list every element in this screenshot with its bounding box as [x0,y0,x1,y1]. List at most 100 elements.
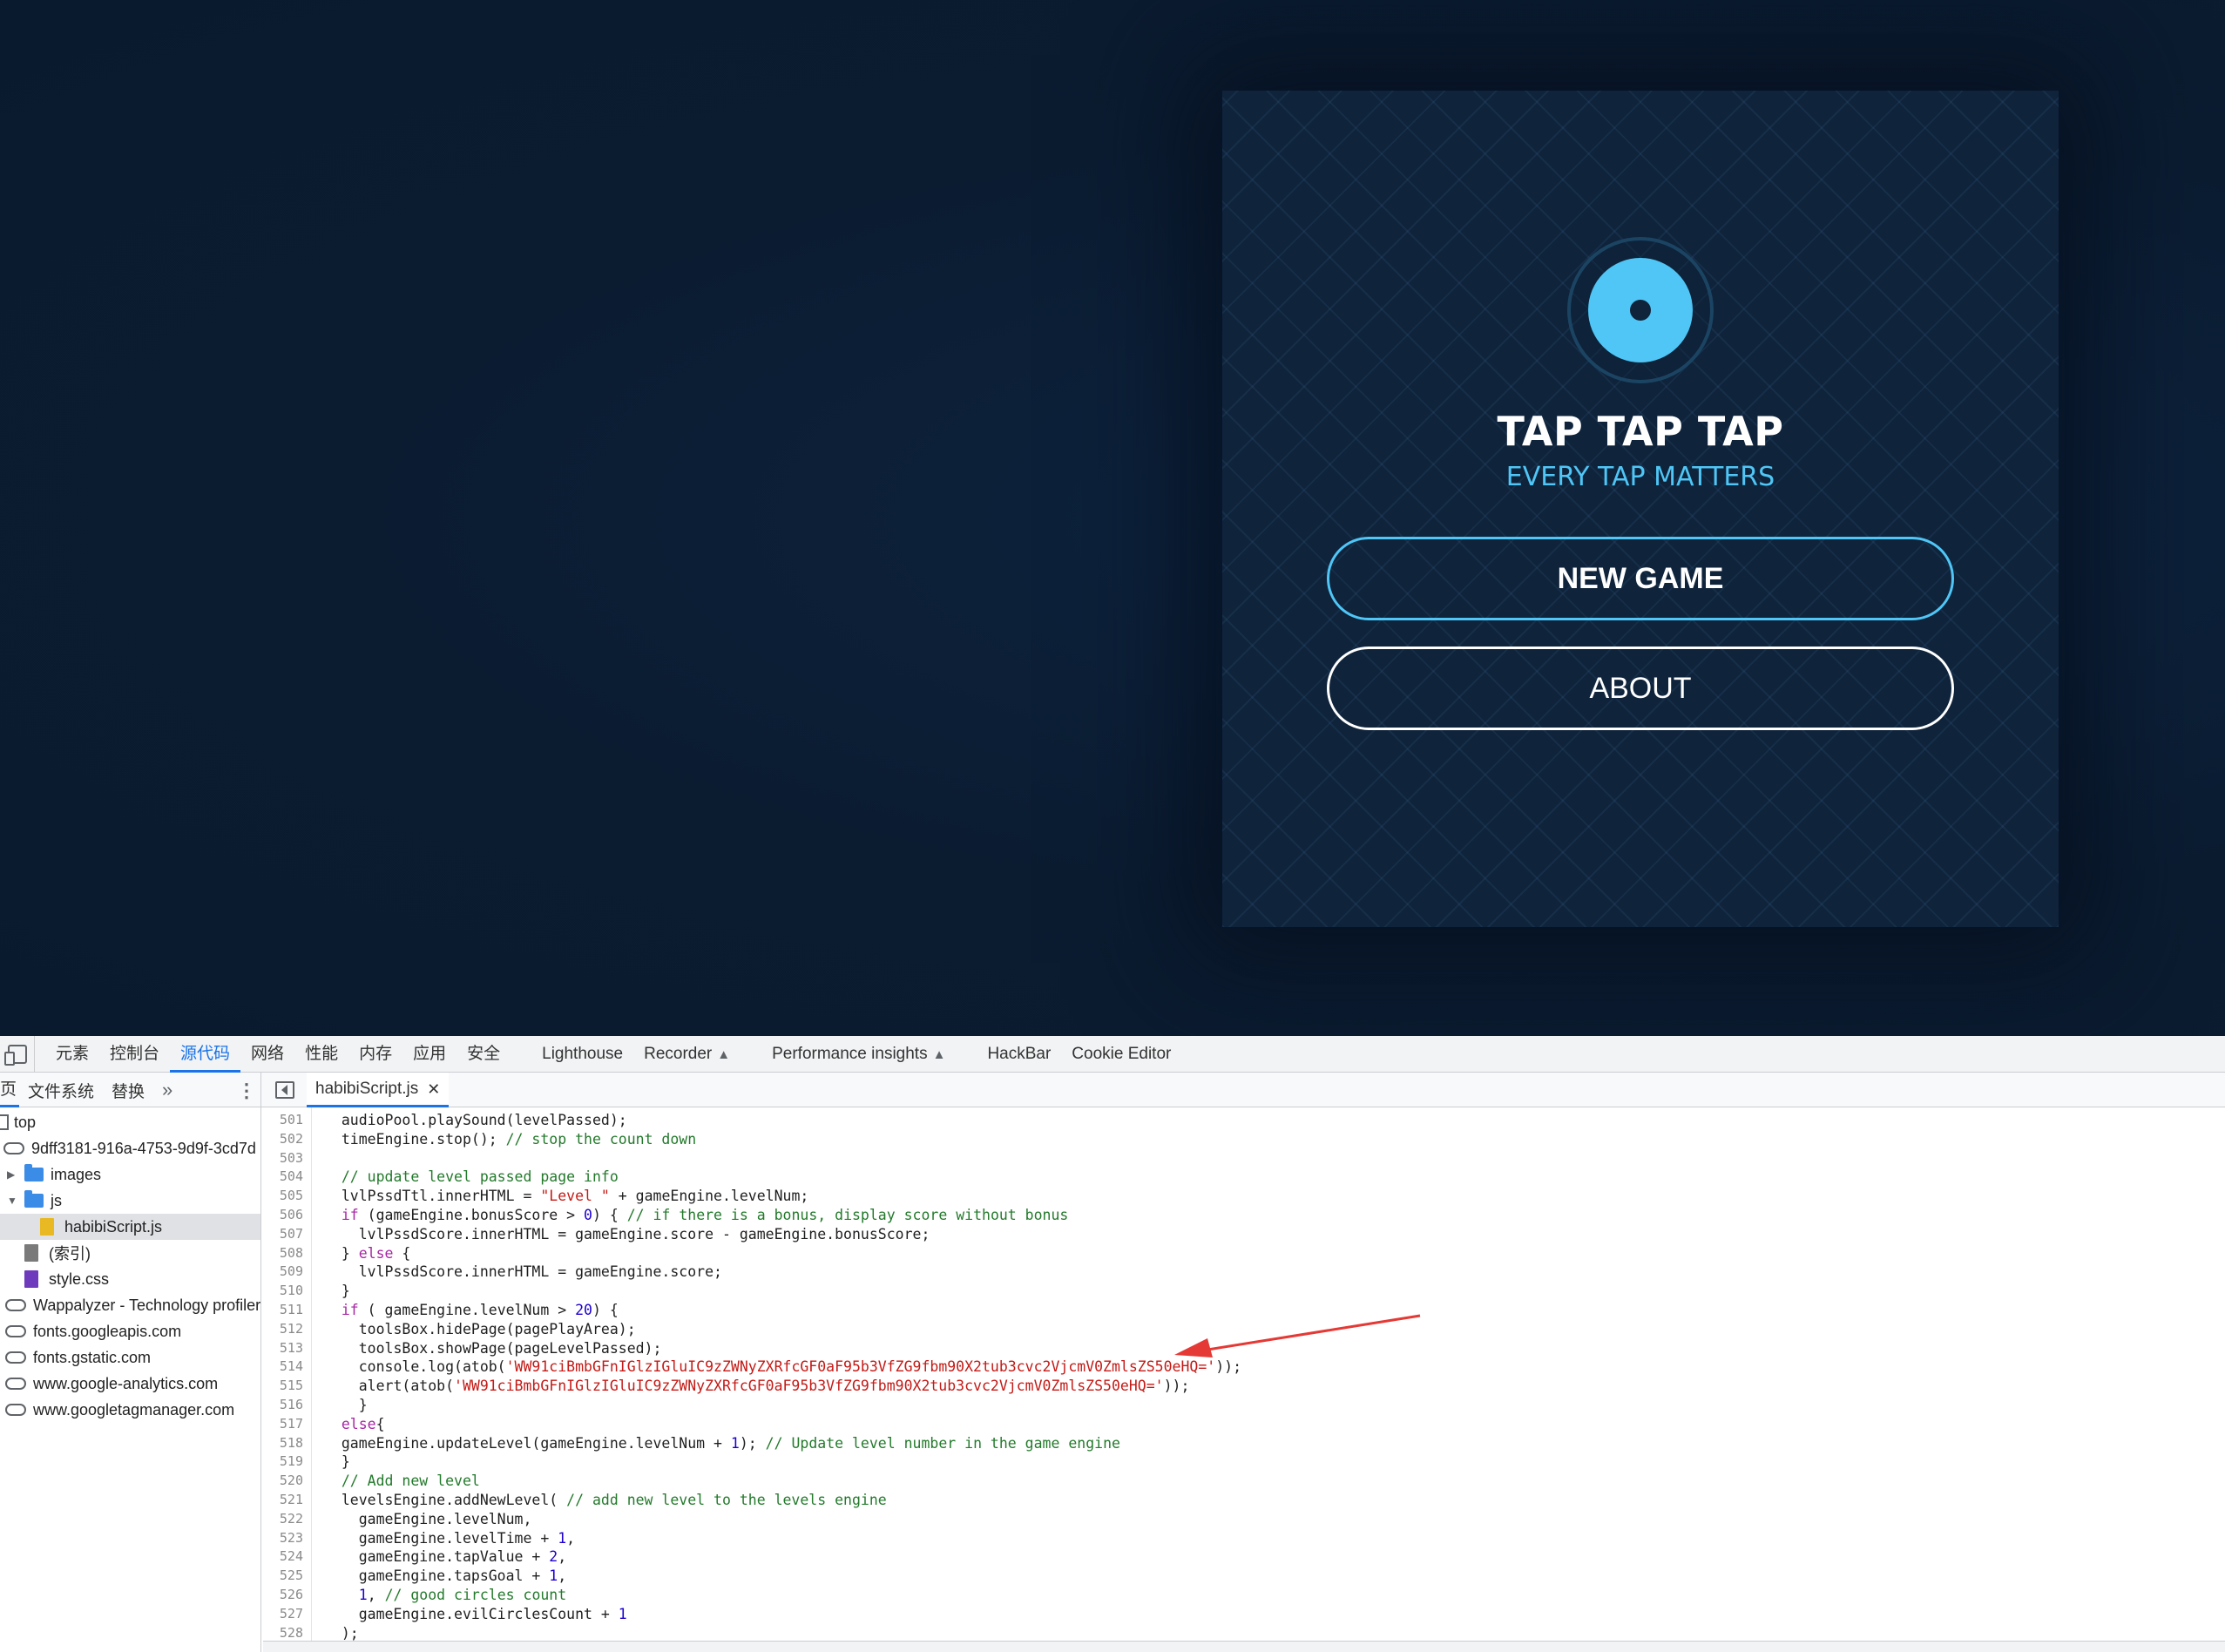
tree-top-label: top [14,1113,37,1131]
nav-tab-overrides[interactable]: 替换 [103,1079,153,1102]
document-file-icon [24,1244,38,1262]
cloud-icon [5,1378,26,1390]
code-line: levelsEngine.addNewLevel( // add new lev… [341,1492,887,1508]
game-menu-card: TAP TAP TAP EVERY TAP MATTERS NEW GAME A… [1222,91,2059,927]
line-number: 526 [279,1587,303,1602]
tree-frame[interactable]: 9dff3181-916a-4753-9d9f-3cd7d [0,1135,260,1161]
tree-domain[interactable]: fonts.googleapis.com [0,1318,260,1344]
line-number: 520 [279,1473,303,1489]
more-tabs-chevron-icon[interactable]: » [153,1079,181,1101]
tree-frame-label: 9dff3181-916a-4753-9d9f-3cd7d [31,1139,256,1157]
code-line: toolsBox.hidePage(pagePlayArea); [341,1320,636,1337]
tab-console[interactable]: 控制台 [99,1036,170,1073]
code-line: else{ [341,1415,385,1432]
navigator-tabs: 页 文件系统 替换 » [0,1073,261,1107]
tree-domain[interactable]: Wappalyzer - Technology profiler [0,1292,260,1318]
line-number: 525 [279,1567,303,1584]
tab-elements[interactable]: 元素 [45,1036,99,1073]
nav-tab-page[interactable]: 页 [0,1073,19,1107]
cloud-icon [5,1404,26,1416]
game-subtitle: EVERY TAP MATTERS [1505,462,1775,492]
close-icon[interactable]: ✕ [427,1073,440,1106]
line-number: 509 [279,1263,303,1280]
code-line-flag-alert: alert(atob('WW91ciBmbGFnIGlzIGluIC9zZWNy… [341,1378,1190,1395]
toggle-navigator-icon[interactable] [275,1081,294,1099]
css-file-icon [24,1270,38,1288]
code-line: // update level passed page info [341,1168,619,1186]
code-line: gameEngine.levelTime + 1, [341,1529,576,1547]
device-mode-icon [3,1044,27,1066]
tab-security[interactable]: 安全 [456,1036,511,1073]
tab-memory[interactable]: 内存 [348,1036,402,1073]
folder-icon [24,1164,44,1181]
line-number: 515 [279,1378,303,1394]
tree-top[interactable]: top [0,1109,260,1135]
horizontal-scrollbar[interactable] [263,1641,2225,1652]
tab-network[interactable]: 网络 [240,1036,294,1073]
line-number: 518 [279,1434,303,1451]
tree-style-label: style.css [49,1269,110,1288]
tab-performance-insights-label: Performance insights [772,1044,928,1063]
tree-file-style[interactable]: style.css [0,1266,260,1292]
code-line: } [341,1283,350,1300]
line-number: 528 [279,1624,303,1641]
tree-file-index[interactable]: (索引) [0,1240,260,1266]
tree-domain-label: fonts.googleapis.com [33,1322,182,1340]
line-number: 503 [279,1149,303,1166]
tab-recorder-label: Recorder [644,1044,713,1063]
nav-tab-filesystem[interactable]: 文件系统 [19,1079,103,1102]
tree-domain[interactable]: www.google-analytics.com [0,1371,260,1397]
tab-lighthouse[interactable]: Lighthouse [531,1036,633,1073]
new-game-button[interactable]: NEW GAME [1327,537,1954,620]
tree-domain-label: www.googletagmanager.com [33,1400,235,1418]
tree-domain[interactable]: www.googletagmanager.com [0,1397,260,1423]
cloud-icon [5,1325,26,1337]
flask-icon: ▲ [717,1046,731,1062]
code-line: gameEngine.levelNum, [341,1510,532,1527]
tree-js-label: js [51,1191,62,1209]
code-line: lvlPssdScore.innerHTML = gameEngine.scor… [341,1225,930,1242]
tab-cookie-editor[interactable]: Cookie Editor [1061,1036,1181,1073]
tab-sources[interactable]: 源代码 [170,1036,241,1073]
tree-domain[interactable]: fonts.gstatic.com [0,1344,260,1371]
folder-icon [24,1190,44,1208]
tab-recorder[interactable]: Recorder ▲ [633,1036,741,1073]
tab-hackbar[interactable]: HackBar [977,1036,1061,1073]
about-button[interactable]: ABOUT [1327,647,1954,730]
code-line: lvlPssdScore.innerHTML = gameEngine.scor… [341,1263,722,1281]
game-viewport: TAP TAP TAP EVERY TAP MATTERS NEW GAME A… [0,0,2225,1036]
line-number: 527 [279,1605,303,1622]
line-number: 505 [279,1188,303,1204]
device-toolbar-toggle[interactable] [0,1035,35,1073]
line-number: 506 [279,1207,303,1222]
tree-index-label: (索引) [49,1245,91,1263]
tab-application[interactable]: 应用 [402,1036,456,1073]
arrow-shaft [1201,1314,1421,1352]
line-number: 514 [279,1358,303,1375]
devtools-panel: 元素 控制台 源代码 网络 性能 内存 应用 安全 Lighthouse Rec… [0,1035,2225,1652]
tree-folder-images[interactable]: ▶ images [0,1161,260,1188]
tab-performance-insights[interactable]: Performance insights ▲ [761,1036,956,1073]
line-number: 508 [279,1244,303,1261]
editor-tabs: habibiScript.js ✕ [263,1073,450,1107]
file-navigator: top 9dff3181-916a-4753-9d9f-3cd7d ▶ imag… [0,1107,261,1652]
code-line: gameEngine.tapValue + 2, [341,1548,567,1566]
code-editor[interactable]: 501 audioPool.playSound(levelPassed); 50… [263,1107,2225,1641]
caret-right-icon: ▶ [7,1168,16,1181]
logo-dot [1630,300,1651,321]
tree-domain-label: www.google-analytics.com [33,1374,219,1392]
tree-images-label: images [51,1165,102,1183]
flask-icon: ▲ [932,1046,946,1062]
tree-folder-js[interactable]: ▼ js [0,1188,260,1214]
line-number: 512 [279,1320,303,1337]
code-line: 1, // good circles count [358,1587,567,1603]
cloud-icon [3,1142,24,1154]
tab-performance[interactable]: 性能 [294,1036,348,1073]
tree-file-habibiscript[interactable]: habibiScript.js [0,1214,260,1240]
file-tab-label: habibiScript.js [315,1079,419,1098]
red-arrow-annotation [1174,1314,1421,1357]
more-options-icon[interactable]: ⋮ [237,1080,256,1102]
code-line: toolsBox.showPage(pageLevelPassed); [341,1339,662,1357]
code-line: if ( gameEngine.levelNum > 20) { [341,1302,619,1318]
file-tab-habibiscript[interactable]: habibiScript.js ✕ [307,1073,450,1107]
